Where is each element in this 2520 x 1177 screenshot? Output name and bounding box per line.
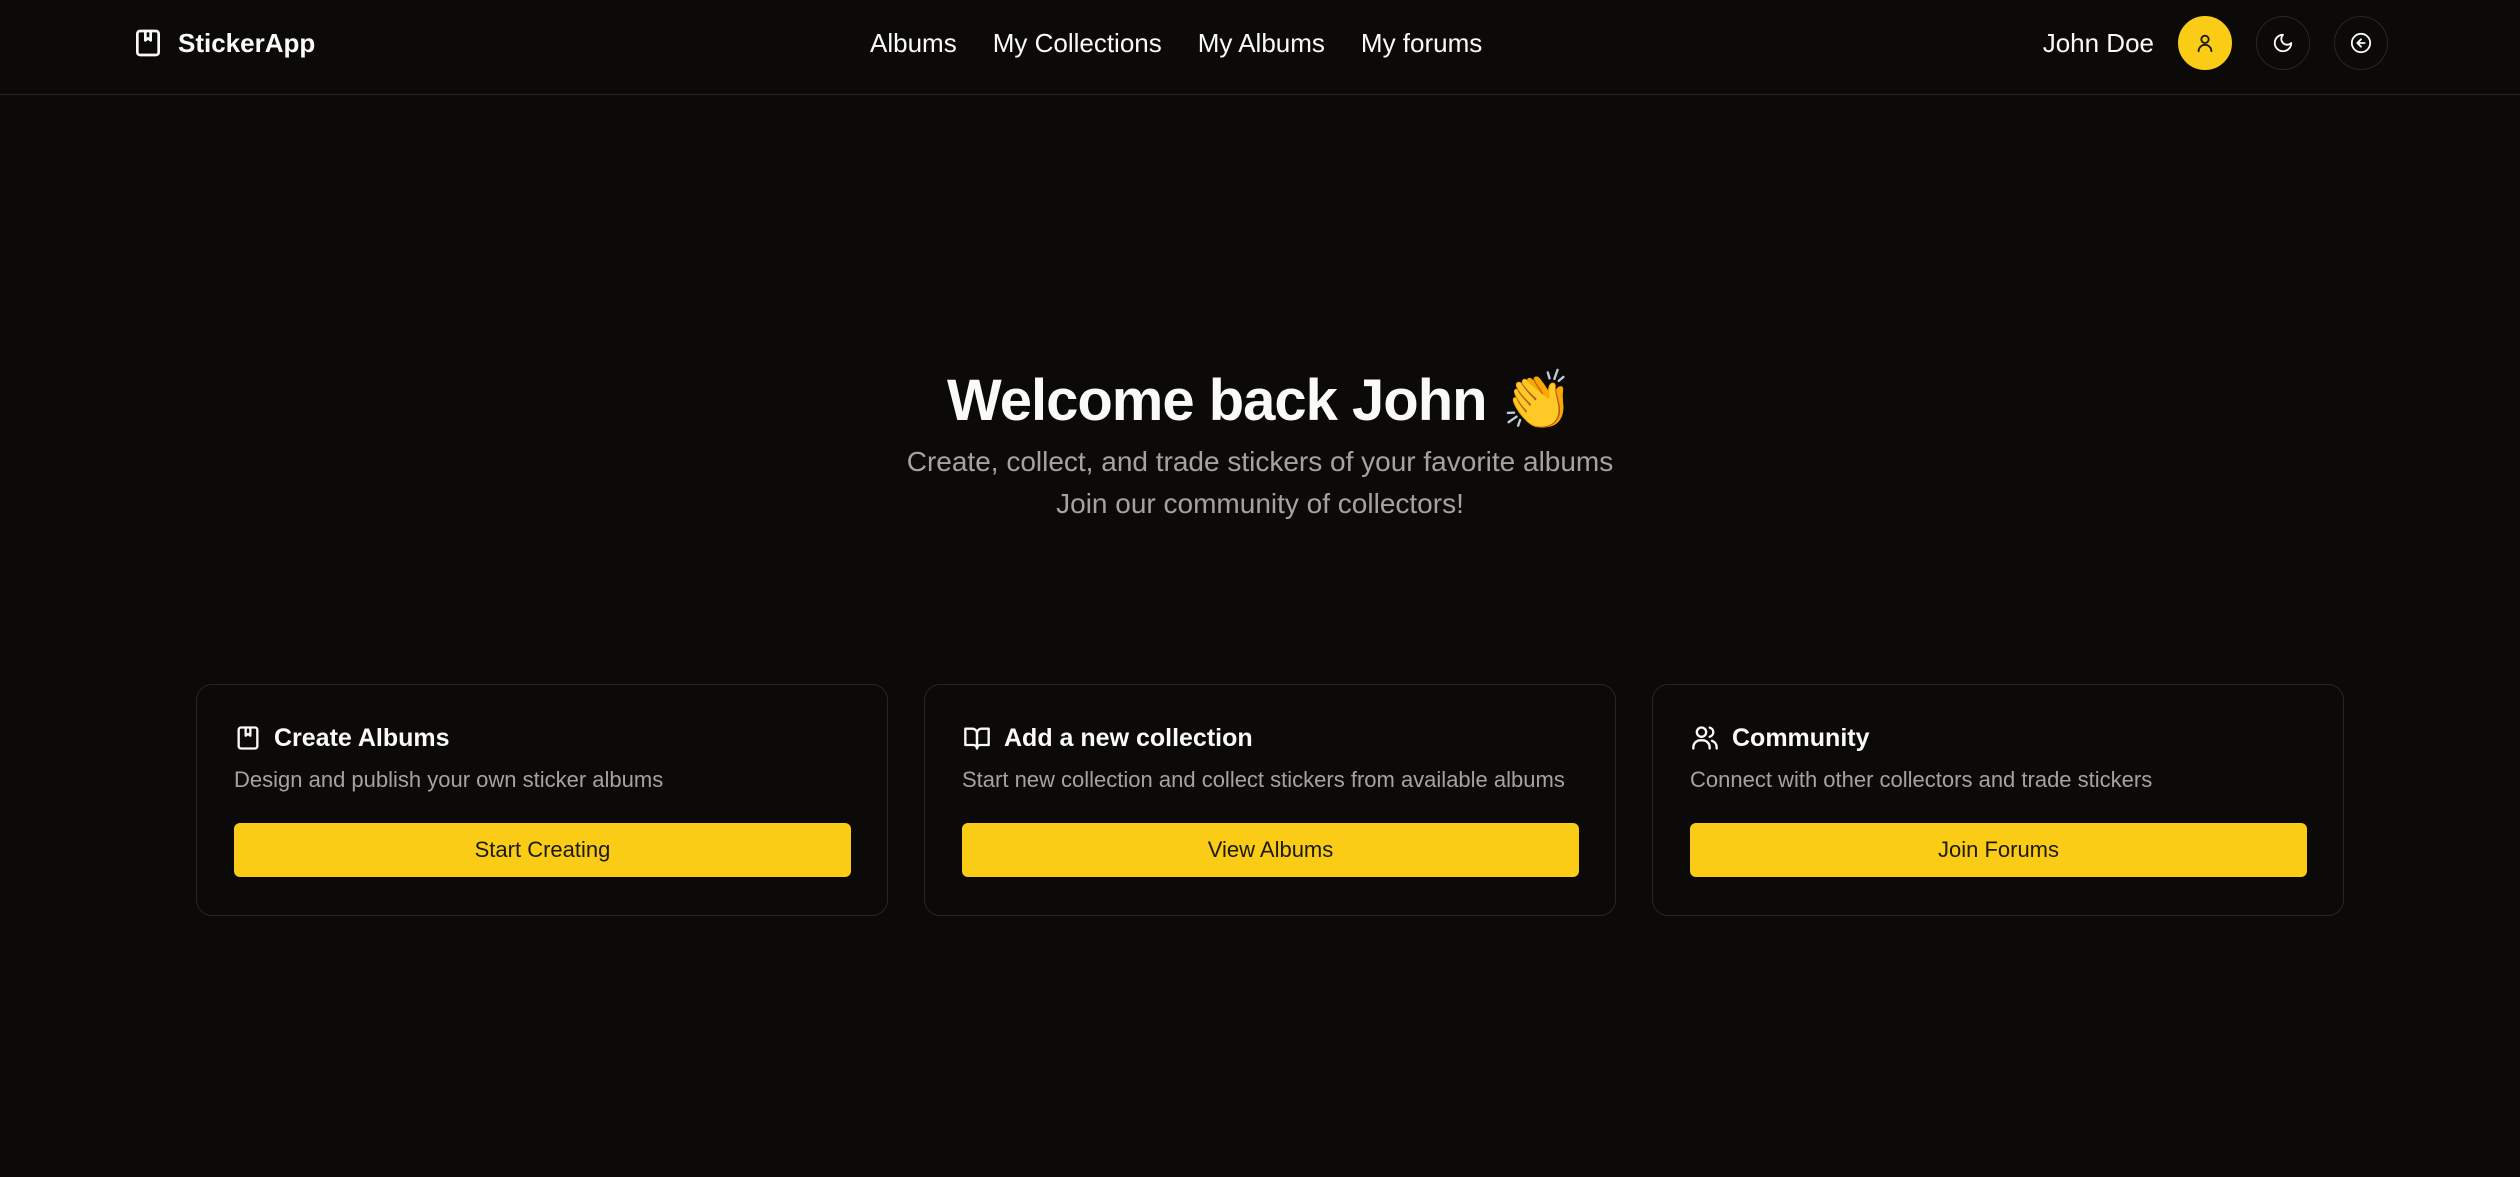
welcome-hero: Welcome back John 👏 Create, collect, and…	[0, 360, 2520, 525]
welcome-subtitle-line2: Join our community of collectors!	[1056, 488, 1464, 519]
theme-toggle-button[interactable]	[2256, 16, 2310, 70]
view-albums-button[interactable]: View Albums	[962, 823, 1579, 877]
card-title: Community	[1732, 723, 1870, 752]
card-description: Start new collection and collect sticker…	[962, 767, 1565, 792]
book-marked-icon	[234, 724, 262, 752]
top-navbar: StickerApp Albums My Collections My Albu…	[0, 0, 2520, 95]
logout-button[interactable]	[2334, 16, 2388, 70]
brand-link[interactable]: StickerApp	[132, 26, 315, 60]
card-title: Add a new collection	[1004, 723, 1253, 752]
profile-button[interactable]	[2178, 16, 2232, 70]
nav-my-albums[interactable]: My Albums	[1198, 28, 1325, 59]
card-create-albums: Create Albums Design and publish your ow…	[196, 684, 888, 916]
main-nav: Albums My Collections My Albums My forum…	[870, 24, 1482, 62]
welcome-title: Welcome back John 👏	[0, 360, 2520, 441]
nav-my-collections[interactable]: My Collections	[993, 28, 1162, 59]
users-icon	[1690, 724, 1720, 752]
moon-icon	[2272, 32, 2294, 54]
card-header: Community	[1690, 721, 2307, 755]
card-community: Community Connect with other collectors …	[1652, 684, 2344, 916]
book-marked-icon	[132, 27, 164, 59]
start-creating-button[interactable]: Start Creating	[234, 823, 851, 877]
card-header: Create Albums	[234, 721, 851, 755]
user-icon	[2194, 32, 2216, 54]
circle-arrow-left-icon	[2350, 32, 2372, 54]
card-title: Create Albums	[274, 723, 450, 752]
join-forums-button[interactable]: Join Forums	[1690, 823, 2307, 877]
welcome-title-text: Welcome back John	[947, 368, 1488, 433]
welcome-subtitle-line1: Create, collect, and trade stickers of y…	[906, 446, 1614, 477]
nav-my-forums[interactable]: My forums	[1361, 28, 1482, 59]
card-description: Design and publish your own sticker albu…	[234, 767, 664, 792]
feature-cards: Create Albums Design and publish your ow…	[196, 684, 2344, 916]
user-area: John Doe	[2043, 16, 2388, 70]
card-description: Connect with other collectors and trade …	[1690, 767, 2153, 792]
nav-albums[interactable]: Albums	[870, 28, 957, 59]
book-open-icon	[962, 724, 992, 752]
card-add-collection: Add a new collection Start new collectio…	[924, 684, 1616, 916]
card-header: Add a new collection	[962, 721, 1579, 755]
clapping-hands-emoji: 👏	[1501, 366, 1574, 434]
user-name: John Doe	[2042, 27, 2154, 58]
brand-name: StickerApp	[178, 27, 316, 58]
